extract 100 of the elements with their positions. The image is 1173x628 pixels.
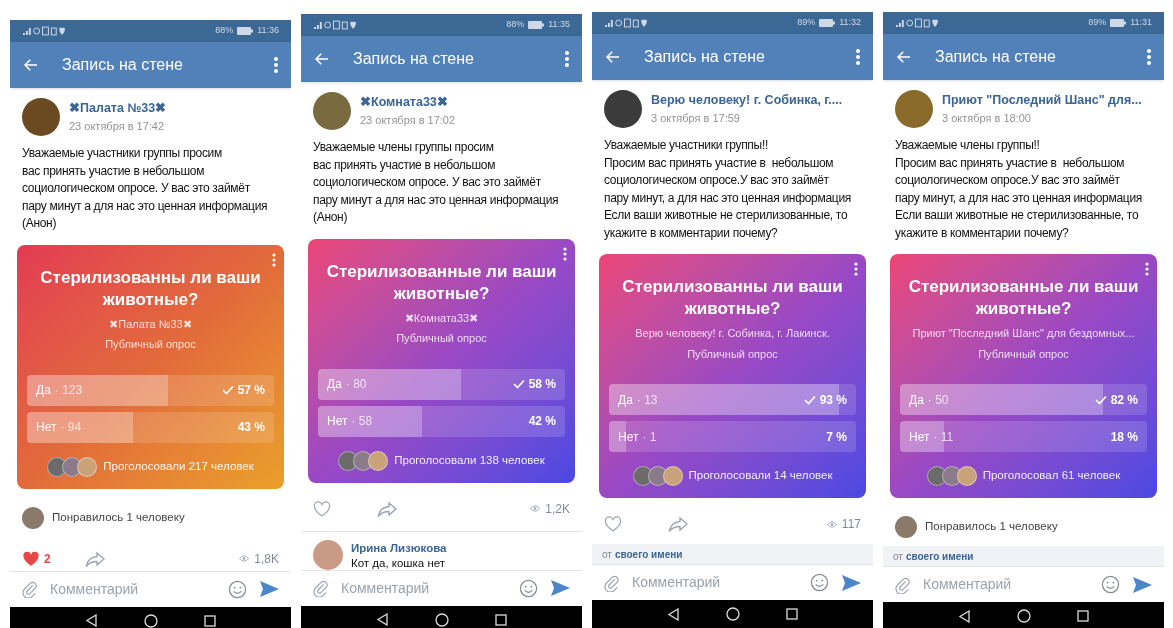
recents-icon[interactable] — [786, 608, 798, 620]
liked-by-text[interactable]: Понравилось 1 человеку — [52, 508, 185, 527]
liker-avatar[interactable] — [895, 516, 917, 538]
home-icon[interactable] — [144, 613, 158, 628]
send-icon[interactable] — [841, 573, 861, 592]
voter-avatar[interactable] — [956, 466, 977, 486]
home-icon[interactable] — [1017, 609, 1031, 623]
home-icon[interactable] — [435, 612, 449, 627]
comment-input[interactable]: Комментарий — [923, 574, 1089, 595]
status-icons-drawing — [604, 18, 648, 28]
poll-option[interactable]: Да · 123 57 % — [27, 374, 274, 406]
voter-avatar[interactable] — [662, 466, 683, 486]
comment-input[interactable]: Комментарий — [341, 577, 507, 599]
share-icon[interactable] — [668, 516, 688, 532]
poll-option[interactable]: Да · 50 82 % — [900, 384, 1147, 415]
send-icon[interactable] — [1132, 575, 1152, 594]
author-name[interactable]: Приют "Последний Шанс" для... — [942, 91, 1142, 111]
poll-menu-icon[interactable] — [1145, 262, 1149, 276]
option-label: Да — [36, 382, 51, 399]
back-arrow-icon[interactable] — [604, 48, 622, 66]
author-name[interactable]: ✖Комната33✖ — [360, 93, 456, 113]
poll-option[interactable]: Нет · 58 42 % — [318, 405, 565, 437]
poll-author[interactable]: Приют "Последний Шанс" для бездомных... — [912, 325, 1135, 342]
poll-author[interactable]: ✖Палата №33✖ — [109, 315, 192, 332]
commenter-avatar[interactable] — [313, 539, 343, 570]
sender-link[interactable]: своего имени — [905, 548, 974, 564]
poll-option[interactable]: Нет · 1 7 % — [609, 421, 856, 452]
menu-icon[interactable] — [273, 56, 279, 74]
back-arrow-icon[interactable] — [895, 48, 913, 66]
option-label: Да — [327, 376, 342, 393]
smiley-icon[interactable] — [228, 579, 247, 599]
voters-count[interactable]: Проголосовали 14 человек — [688, 467, 833, 485]
poll-menu-icon[interactable] — [854, 262, 858, 276]
recents-icon[interactable] — [495, 613, 507, 626]
menu-icon[interactable] — [1146, 48, 1152, 66]
poll-author[interactable]: ✖Комната33✖ — [404, 309, 479, 326]
author-name[interactable]: ✖Палата №33✖ — [69, 99, 167, 119]
comment-input[interactable]: Комментарий — [632, 572, 798, 593]
status-icons-drawing — [22, 26, 66, 36]
avatar[interactable] — [895, 90, 933, 128]
post-text: Уважаемые члены группы просим вас принять участие в небольшом социологическом опросе. У вас это займёт пару минут а для нас это ценная информация (Анон) — [312, 139, 560, 226]
voters-count[interactable]: Проголосовали 138 человек — [394, 451, 545, 470]
heart-icon[interactable] — [22, 550, 40, 567]
poll-menu-icon[interactable] — [563, 246, 567, 261]
share-icon[interactable] — [377, 500, 397, 517]
post-text: Уважаемые участники группы просим вас принять участие в небольшом социологическом опросе. У вас это займёт пару минут а для нас это ценная информация (Анон) — [21, 145, 269, 232]
back-icon[interactable] — [376, 613, 389, 627]
sender-link[interactable]: своего имени — [614, 546, 683, 562]
vote-count: · 1 — [642, 428, 657, 446]
poll-author[interactable]: Верю человеку! г. Собинка, г. Лакинск. — [635, 325, 830, 342]
menu-icon[interactable] — [564, 50, 570, 68]
vote-percent: 42 % — [528, 413, 556, 430]
send-icon[interactable] — [550, 579, 570, 598]
author-name[interactable]: Верю человеку! г. Собинка, г.... — [651, 91, 843, 111]
paperclip-icon[interactable] — [895, 575, 911, 594]
smiley-icon[interactable] — [810, 573, 829, 592]
liker-avatar[interactable] — [22, 506, 44, 529]
voters-count[interactable]: Проголосовали 217 человек — [103, 457, 254, 476]
paperclip-icon[interactable] — [313, 579, 329, 598]
home-icon[interactable] — [726, 607, 740, 621]
recents-icon[interactable] — [204, 614, 216, 627]
battery-percent: 89% — [1088, 16, 1107, 30]
poll-option[interactable]: Нет · 11 18 % — [900, 421, 1147, 452]
paperclip-icon[interactable] — [22, 580, 38, 598]
back-icon[interactable] — [85, 614, 98, 627]
comment-input[interactable]: Комментарий — [50, 578, 216, 600]
avatar[interactable] — [604, 90, 642, 128]
battery-icon — [1110, 19, 1127, 27]
like-count: 2 — [44, 550, 51, 568]
paperclip-icon[interactable] — [604, 573, 620, 592]
back-arrow-icon[interactable] — [313, 50, 331, 68]
avatar[interactable] — [22, 98, 60, 136]
poll-menu-icon[interactable] — [272, 252, 276, 267]
back-icon[interactable] — [958, 609, 971, 623]
menu-icon[interactable] — [855, 48, 861, 66]
recents-icon[interactable] — [1077, 610, 1089, 622]
check-icon — [221, 385, 234, 395]
battery-percent: 89% — [797, 16, 816, 30]
heart-icon[interactable] — [604, 516, 622, 532]
screen-title: Запись на стене — [62, 55, 183, 75]
poll-option[interactable]: Нет · 94 43 % — [27, 411, 274, 443]
share-icon[interactable] — [84, 550, 105, 567]
liked-by-text[interactable]: Понравилось 1 человеку — [925, 518, 1058, 536]
check-icon — [1094, 394, 1107, 405]
clock: 11:31 — [1130, 16, 1152, 30]
voter-avatar[interactable] — [368, 450, 389, 471]
smiley-icon[interactable] — [1101, 575, 1120, 594]
poll-option[interactable]: Да · 80 58 % — [318, 368, 565, 400]
heart-icon[interactable] — [313, 500, 331, 517]
post-date: 3 октября в 18:00 — [942, 111, 1032, 127]
avatar[interactable] — [313, 92, 351, 130]
send-icon[interactable] — [259, 580, 279, 598]
poll-option[interactable]: Да · 13 93 % — [609, 384, 856, 415]
status-icons-drawing — [895, 18, 939, 28]
vote-count: · 80 — [345, 376, 367, 393]
back-icon[interactable] — [667, 607, 680, 621]
back-arrow-icon[interactable] — [22, 56, 40, 74]
smiley-icon[interactable] — [519, 578, 538, 598]
commenter-name[interactable]: Ирина Лизюкова — [351, 539, 447, 557]
voters-count[interactable]: Проголосовал 61 человек — [982, 467, 1121, 485]
